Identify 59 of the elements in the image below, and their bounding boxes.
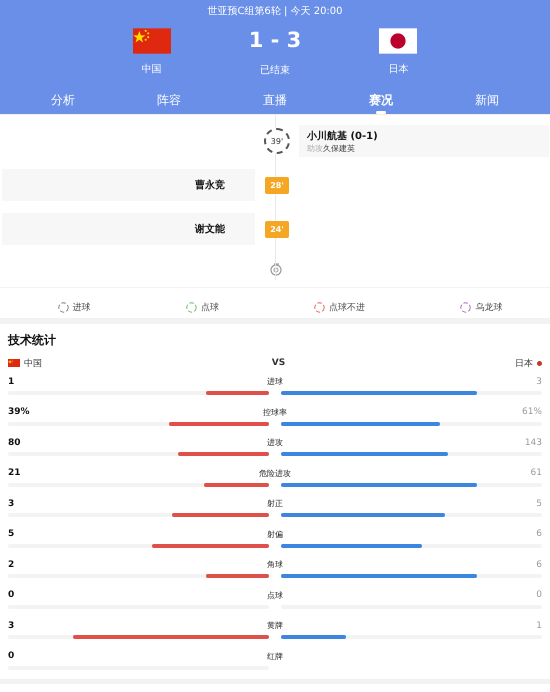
player-name: 小川航基 (0-1)	[307, 129, 379, 142]
team-name: 中国	[142, 62, 162, 76]
team-name: 日本	[388, 62, 408, 76]
stat-value: 5	[535, 498, 542, 508]
stat-value: 6	[535, 529, 542, 539]
player-name: 曹永竞	[195, 178, 225, 192]
stat-value: 3	[535, 376, 542, 386]
stat-label: 黄牌	[267, 620, 283, 631]
stat-value: 21	[8, 468, 22, 478]
stat-value: 143	[524, 438, 542, 448]
stat-value: 2	[8, 560, 16, 570]
stat-value: 0	[8, 651, 16, 661]
card-minute: 28'	[265, 176, 289, 194]
assist-text: 助攻久保建英	[307, 142, 356, 154]
player-name: 谢文能	[195, 222, 225, 236]
flag-icon	[379, 28, 418, 54]
tab[interactable]: 直播	[245, 92, 305, 114]
team-name: 日本	[514, 358, 533, 370]
section-title: 技术统计	[8, 332, 57, 349]
tab[interactable]: 分析	[33, 92, 93, 114]
stat-value: 0	[535, 590, 542, 600]
stat-label: 进球	[267, 376, 283, 387]
flag-icon	[132, 28, 171, 54]
stat-value: 1	[8, 376, 16, 386]
stat-label: 点球	[267, 590, 283, 600]
stat-value: 61	[530, 468, 542, 478]
legend-label: 点球不进	[329, 302, 366, 314]
tab[interactable]: 赛况	[351, 92, 411, 114]
stat-label: 危险进攻	[259, 468, 291, 478]
stat-value: 61%	[520, 407, 542, 417]
stat-label: 控球率	[263, 406, 287, 418]
team-name: 中国	[24, 358, 42, 370]
stat-label: 角球	[267, 559, 283, 570]
card-minute: 24'	[265, 220, 289, 238]
flag-icon	[8, 359, 20, 367]
stat-value: 1	[535, 620, 542, 630]
stat-value: 39%	[8, 407, 31, 417]
stat-label: 射正	[267, 498, 283, 509]
match-status: 已结束	[260, 64, 290, 77]
stat-value: 3	[8, 498, 16, 508]
stat-value: 0	[8, 590, 16, 600]
stat-value: 80	[8, 438, 22, 448]
match-title: 世亚预C组第6轮 | 今天 20:00	[206, 4, 344, 18]
stat-label: 射偏	[267, 528, 283, 540]
whistle-icon	[269, 262, 283, 276]
stat-value: 5	[8, 529, 16, 539]
tab[interactable]: 阵容	[139, 92, 199, 114]
legend-label: 进球	[72, 302, 91, 314]
stat-value: 3	[8, 620, 16, 630]
stat-label: 进攻	[267, 437, 283, 448]
goal-minute: 39'	[264, 128, 290, 154]
legend-label: 点球	[200, 302, 219, 314]
vs-label: VS	[272, 358, 286, 368]
score: 1 - 3	[248, 28, 302, 52]
legend-label: 乌龙球	[475, 302, 502, 314]
tab[interactable]: 新闻	[457, 92, 517, 114]
stat-label: 红牌	[267, 650, 283, 662]
stat-value: 6	[535, 560, 542, 570]
team-dot-icon	[536, 360, 542, 366]
